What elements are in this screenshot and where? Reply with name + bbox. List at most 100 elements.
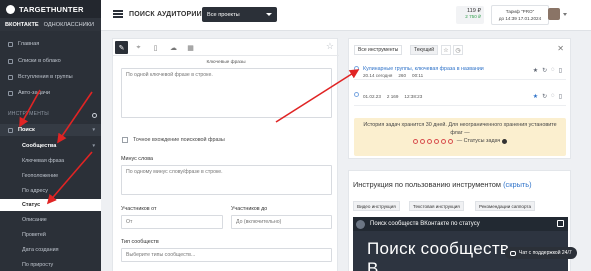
chevron-down-icon: ▾ [92, 143, 95, 149]
members-from-input[interactable] [121, 215, 223, 229]
cloud-icon [8, 58, 13, 64]
sidebar-item-label: Поиск [18, 127, 35, 133]
minus-words-field[interactable] [121, 165, 332, 195]
tab-odnoklassniki[interactable]: ОДНОКЛАССНИКИ [44, 22, 94, 28]
star-icon[interactable]: ☆ [441, 45, 451, 55]
sidebar-subitem-check[interactable]: Проветей [0, 229, 101, 241]
keywords-label: Ключевые фразы [206, 60, 246, 65]
channel-avatar [356, 219, 365, 229]
task-icon [8, 90, 13, 96]
balance-widget[interactable]: 119 ₽ 2 750 ₽ [456, 6, 484, 24]
project-select[interactable]: Все проекты [202, 7, 277, 22]
cloud-upload-icon[interactable]: ☁ [167, 41, 180, 54]
video-player[interactable]: Поиск сообществ ВКонтакте по статусу Пои… [353, 217, 568, 271]
hide-instruction-link[interactable]: (скрыть) [503, 180, 532, 189]
instruction-title: Инструкция по пользованию инструментом (… [353, 180, 532, 189]
trash-icon[interactable]: ▯ [559, 93, 562, 100]
video-frame-text-2: В [367, 259, 379, 271]
home-icon [8, 41, 13, 47]
task-count: 2 169 [386, 94, 399, 99]
avatar[interactable] [548, 8, 560, 20]
sidebar-item-label: Вступления в группы [18, 74, 73, 80]
star-icon[interactable]: ☆ [326, 41, 334, 52]
task-status-icon [354, 66, 359, 71]
sidebar-item-group-joins[interactable]: Вступления в группы [0, 71, 101, 83]
logo-text: TARGETHUNTER [19, 4, 84, 14]
status-icon [447, 139, 453, 145]
logo-icon [6, 4, 15, 14]
keywords-field[interactable] [121, 68, 332, 118]
search-menu-icon [8, 127, 13, 133]
exact-match-checkbox[interactable] [122, 137, 128, 143]
file-icon[interactable]: ▯ [149, 41, 162, 54]
sidebar-item-cloud-lists[interactable]: Списки в облако [0, 55, 101, 67]
members-to-input[interactable] [231, 215, 332, 229]
search-icon[interactable] [92, 113, 97, 118]
search-form-panel: ✎ ⌖ ▯ ☁ ▦ ☆ Ключевые фразы Точное вхожде… [112, 38, 339, 271]
status-legend-label: — Статусы задач [456, 138, 501, 144]
history-notice: История задач хранится 30 дней. Для неог… [354, 118, 566, 156]
task-row[interactable]: 01.02.23 2 169 12:38:23 ★ ↻ ◌ ▯ [354, 89, 566, 106]
help-icon[interactable] [502, 139, 508, 145]
sidebar-subitem-growth[interactable]: По приросту [0, 259, 101, 271]
sidebar-item-auto-tasks[interactable]: Авто-задачи [0, 87, 101, 99]
support-chat-label: Чат с поддержкой 24/7 [519, 250, 572, 256]
sidebar-item-search[interactable]: Поиск ▾ [0, 124, 101, 136]
clock-icon[interactable]: ◷ [453, 45, 463, 55]
tab-text-instruction[interactable]: Текстовая инструкция [409, 201, 464, 211]
tab-video-instruction[interactable]: Видео инструкция [353, 201, 400, 211]
tab-current[interactable]: Текущий [410, 45, 438, 55]
tariff-badge[interactable]: Тариф "PRO" до 14:39 17.01.2024 [491, 5, 549, 25]
sidebar-item-communities[interactable]: Сообщества ▾ [0, 140, 101, 152]
sidebar-subitem-keyword[interactable]: Ключевая фраза [0, 155, 101, 167]
group-icon [8, 74, 13, 80]
star-icon[interactable]: ★ [533, 67, 538, 74]
app-window: TARGETHUNTER ВКОНТАКТЕ ОДНОКЛАССНИКИ Гла… [0, 0, 591, 271]
sidebar-item-label: Авто-задачи [18, 90, 51, 96]
bonus-balance: 2 750 ₽ [465, 14, 481, 19]
status-icon [440, 139, 446, 145]
support-chat-button[interactable]: Чат с поддержкой 24/7 [505, 247, 577, 259]
tab-vkontakte[interactable]: ВКОНТАКТЕ [5, 22, 39, 28]
map-pin-icon[interactable]: ⌖ [132, 41, 145, 54]
sidebar-subitem-address[interactable]: По адресу [0, 185, 101, 197]
community-type-select[interactable] [121, 248, 332, 262]
task-title[interactable]: Кулинарные группы, ключевая фраза в назв… [363, 66, 484, 72]
minus-words-label: Минус слова [121, 156, 154, 162]
share-icon[interactable] [557, 220, 564, 227]
refresh-icon[interactable]: ↻ [542, 93, 547, 100]
star-icon[interactable]: ★ [533, 93, 538, 100]
refresh-icon[interactable]: ↻ [542, 67, 547, 74]
comment-icon[interactable]: ◌ [551, 67, 555, 74]
sidebar-item-label: Списки в облако [18, 58, 61, 64]
section-title-tools: ИНСТРУМЕНТЫ [8, 111, 49, 117]
video-frame-text: Поиск сообществ [367, 239, 510, 258]
status-legend: — Статусы задач [360, 138, 560, 146]
task-duration: 12:38:23 [404, 94, 423, 99]
sidebar-subitem-status[interactable]: Статус [0, 199, 101, 211]
task-meta: 01.02.23 2 169 12:38:23 [363, 94, 422, 99]
sidebar-subitem-geo[interactable]: Геоположение [0, 170, 101, 182]
tab-all-tools[interactable]: Все инструменты [354, 45, 403, 55]
menu-icon[interactable] [113, 10, 123, 18]
members-to-label: Участников до [231, 206, 268, 212]
task-actions: ★ ↻ ◌ ▯ [533, 67, 562, 74]
task-date: 01.02.23 [363, 94, 381, 99]
instruction-title-text: Инструкция по пользованию инструментом [353, 180, 501, 189]
comment-icon[interactable]: ◌ [551, 93, 555, 100]
task-date: 20.14 сегодня [363, 73, 393, 78]
sidebar-subitem-created-date[interactable]: Дата создания [0, 244, 101, 256]
task-meta: 20.14 сегодня 260 00:11 [363, 73, 423, 78]
trash-icon[interactable]: ▯ [559, 67, 562, 74]
members-from-label: Участников от [121, 206, 157, 212]
task-row[interactable]: Кулинарные группы, ключевая фраза в назв… [354, 63, 566, 80]
caret-down-icon[interactable] [563, 13, 567, 16]
edit-icon[interactable]: ✎ [115, 41, 128, 54]
sidebar-item-home[interactable]: Главная [0, 38, 101, 50]
close-icon[interactable]: ✕ [557, 44, 564, 53]
table-icon[interactable]: ▦ [184, 41, 197, 54]
logo[interactable]: TARGETHUNTER [0, 0, 101, 18]
chat-icon [510, 250, 516, 256]
sidebar-subitem-description[interactable]: Описание [0, 214, 101, 226]
tab-support-recommendations[interactable]: Рекомендации саппорта [475, 201, 536, 211]
